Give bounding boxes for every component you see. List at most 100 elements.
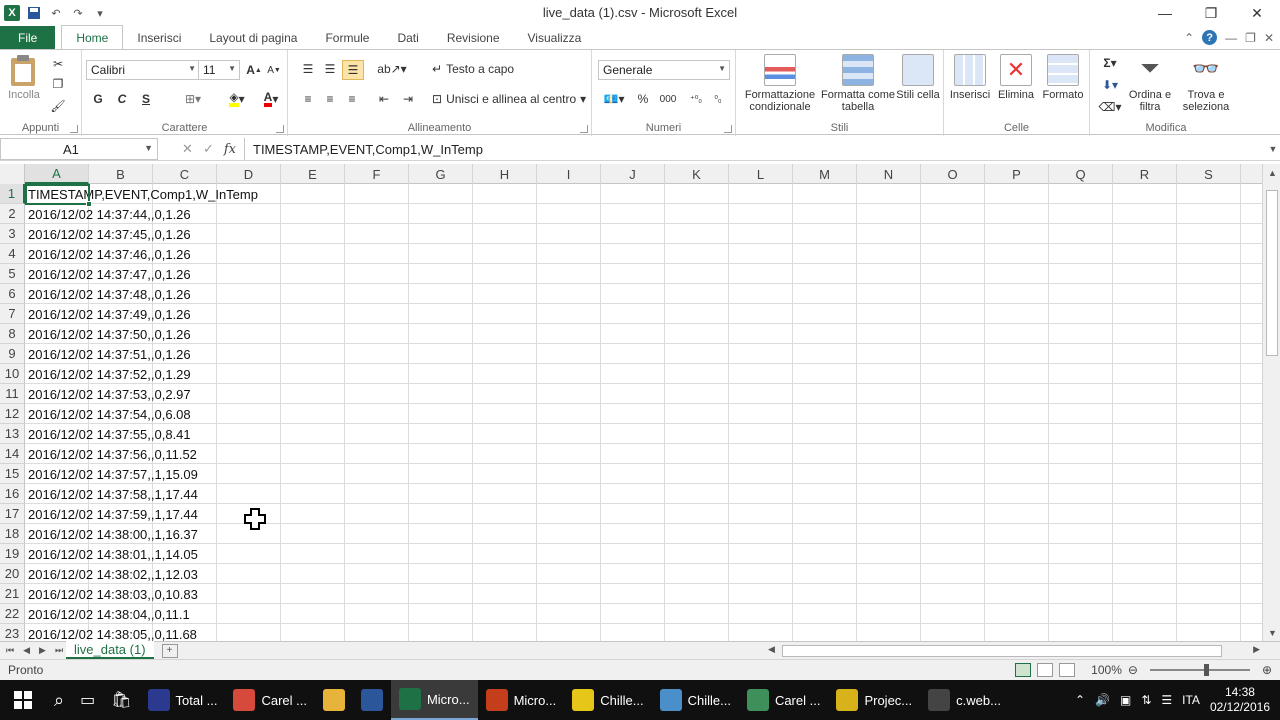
cell-a-value[interactable]: 2016/12/02 14:37:50,,0,1.26 [28, 324, 191, 344]
vertical-scrollbar[interactable]: ▲ ▼ [1262, 164, 1280, 642]
row-header[interactable]: 19 [0, 544, 25, 564]
row-header[interactable]: 14 [0, 444, 25, 464]
row-header[interactable]: 6 [0, 284, 25, 304]
undo-icon[interactable]: ↶ [48, 5, 64, 21]
cell-a-value[interactable]: 2016/12/02 14:37:47,,0,1.26 [28, 264, 191, 284]
column-header-g[interactable]: G [409, 164, 473, 184]
ws-minimize-icon[interactable]: — [1225, 31, 1237, 45]
column-header-i[interactable]: I [537, 164, 601, 184]
format-as-table-button[interactable]: Formatta come tabella [820, 54, 896, 113]
first-sheet-icon[interactable]: ⏮ [6, 645, 14, 656]
network-icon[interactable]: ⇅ [1141, 693, 1151, 707]
column-header-c[interactable]: C [153, 164, 217, 184]
row-header[interactable]: 9 [0, 344, 25, 364]
column-header-n[interactable]: N [857, 164, 921, 184]
show-hidden-icons-icon[interactable]: ⌃ [1075, 693, 1085, 707]
page-break-view-icon[interactable] [1059, 663, 1076, 677]
row-header[interactable]: 5 [0, 264, 25, 284]
cell-area[interactable] [25, 184, 1262, 642]
row-header[interactable]: 1 [0, 184, 25, 204]
find-select-button[interactable]: 👓 Trova e seleziona [1176, 54, 1236, 113]
search-button[interactable]: ⌕ [46, 680, 72, 720]
tab-revisione[interactable]: Revisione [433, 26, 514, 49]
paste-button[interactable]: Incolla [4, 54, 44, 101]
help-icon[interactable]: ? [1202, 30, 1218, 45]
zoom-in-icon[interactable]: ⊕ [1262, 663, 1272, 677]
orientation-icon[interactable]: ab↗▾ [377, 60, 406, 78]
format-cells-button[interactable]: Formato [1040, 54, 1086, 101]
column-header-l[interactable]: L [729, 164, 793, 184]
cell-a-value[interactable]: 2016/12/02 14:37:48,,0,1.26 [28, 284, 191, 304]
font-color-icon[interactable]: A ▾ [256, 90, 286, 108]
borders-icon[interactable]: ⊞▾ [178, 90, 208, 108]
shrink-font-icon[interactable]: A ▼ [266, 62, 282, 78]
keyboard-icon[interactable]: ☰ [1161, 693, 1172, 707]
scroll-right-icon[interactable]: ▶ [1253, 644, 1260, 655]
currency-icon[interactable]: 💶▾ [600, 90, 628, 108]
cell-a-value[interactable]: 2016/12/02 14:37:57,,1,15.09 [28, 464, 198, 484]
wrap-text-button[interactable]: ↵ Testo a capo [432, 60, 552, 78]
row-header[interactable]: 20 [0, 564, 25, 584]
task-view-button[interactable]: ▭ [72, 680, 103, 720]
prev-sheet-icon[interactable]: ◀ [23, 645, 30, 656]
sort-filter-button[interactable]: ⏷ Ordina e filtra [1126, 54, 1174, 113]
add-sheet-icon[interactable]: + [161, 643, 178, 658]
ws-close-icon[interactable]: ✕ [1264, 31, 1274, 45]
taskbar-app-note[interactable]: Chille... [564, 680, 651, 720]
column-header-h[interactable]: H [473, 164, 537, 184]
carattere-launcher-icon[interactable] [276, 125, 284, 133]
taskbar-app-chrome[interactable]: Carel ... [225, 680, 315, 720]
merge-center-button[interactable]: ⊡ Unisci e allinea al centro ▾ [432, 90, 588, 108]
tab-home[interactable]: Home [61, 25, 124, 49]
column-header-o[interactable]: O [921, 164, 985, 184]
copy-icon[interactable]: ❐ [50, 76, 66, 92]
column-header-a[interactable]: A [25, 164, 89, 184]
decrease-decimal-icon[interactable]: ⁰₀ [708, 90, 728, 108]
insert-cells-button[interactable]: Inserisci [948, 54, 992, 101]
cell-a-value[interactable]: 2016/12/02 14:37:51,,0,1.26 [28, 344, 191, 364]
row-header[interactable]: 18 [0, 524, 25, 544]
row-header[interactable]: 17 [0, 504, 25, 524]
minimize-button[interactable]: — [1142, 0, 1188, 26]
column-header-s[interactable]: S [1177, 164, 1241, 184]
align-center-icon[interactable]: ≡ [320, 90, 340, 108]
fill-icon[interactable]: ⬇▾ [1096, 76, 1124, 94]
column-header-b[interactable]: B [89, 164, 153, 184]
taskbar-app-floppy[interactable]: Total ... [140, 680, 226, 720]
bold-button[interactable]: G [90, 90, 106, 108]
column-header-k[interactable]: K [665, 164, 729, 184]
numeri-launcher-icon[interactable] [724, 125, 732, 133]
appunti-launcher-icon[interactable] [70, 125, 78, 133]
number-format-select[interactable]: Generale ▼ [598, 60, 730, 80]
scroll-down-icon[interactable]: ▼ [1268, 628, 1277, 638]
vertical-scroll-thumb[interactable] [1266, 190, 1278, 356]
clock[interactable]: 14:38 02/12/2016 [1210, 685, 1270, 715]
insert-function-icon[interactable]: fx [224, 142, 236, 157]
start-button[interactable] [0, 680, 46, 720]
taskbar-app-excel[interactable]: Micro... [390, 680, 478, 720]
underline-button[interactable]: S [138, 90, 154, 108]
row-header[interactable]: 3 [0, 224, 25, 244]
italic-button[interactable]: C [114, 90, 130, 108]
align-top-icon[interactable]: ☰ [298, 60, 318, 78]
row-header[interactable]: 7 [0, 304, 25, 324]
row-header[interactable]: 12 [0, 404, 25, 424]
row-header[interactable]: 15 [0, 464, 25, 484]
cell-a-value[interactable]: 2016/12/02 14:37:54,,0,6.08 [28, 404, 191, 424]
taskbar-app-project[interactable]: Projec... [828, 680, 920, 720]
column-header-r[interactable]: R [1113, 164, 1177, 184]
thousands-button[interactable]: 000 [656, 90, 680, 108]
allineamento-launcher-icon[interactable] [580, 125, 588, 133]
cancel-entry-icon[interactable]: ✕ [182, 141, 193, 157]
volume-icon[interactable]: 🔊 [1095, 693, 1110, 707]
cell-a-value[interactable]: 2016/12/02 14:37:52,,0,1.29 [28, 364, 191, 384]
clear-icon[interactable]: ⌫▾ [1096, 98, 1124, 116]
row-header[interactable]: 13 [0, 424, 25, 444]
cell-a-value[interactable]: 2016/12/02 14:38:01,,1,14.05 [28, 544, 198, 564]
cell-a-value[interactable]: 2016/12/02 14:37:44,,0,1.26 [28, 204, 191, 224]
tab-formule[interactable]: Formule [311, 26, 383, 49]
save-icon[interactable] [26, 5, 42, 21]
font-name-select[interactable]: Calibri ▼ [86, 60, 200, 80]
language-indicator[interactable]: ITA [1182, 693, 1200, 707]
redo-icon[interactable]: ↷ [70, 5, 86, 21]
